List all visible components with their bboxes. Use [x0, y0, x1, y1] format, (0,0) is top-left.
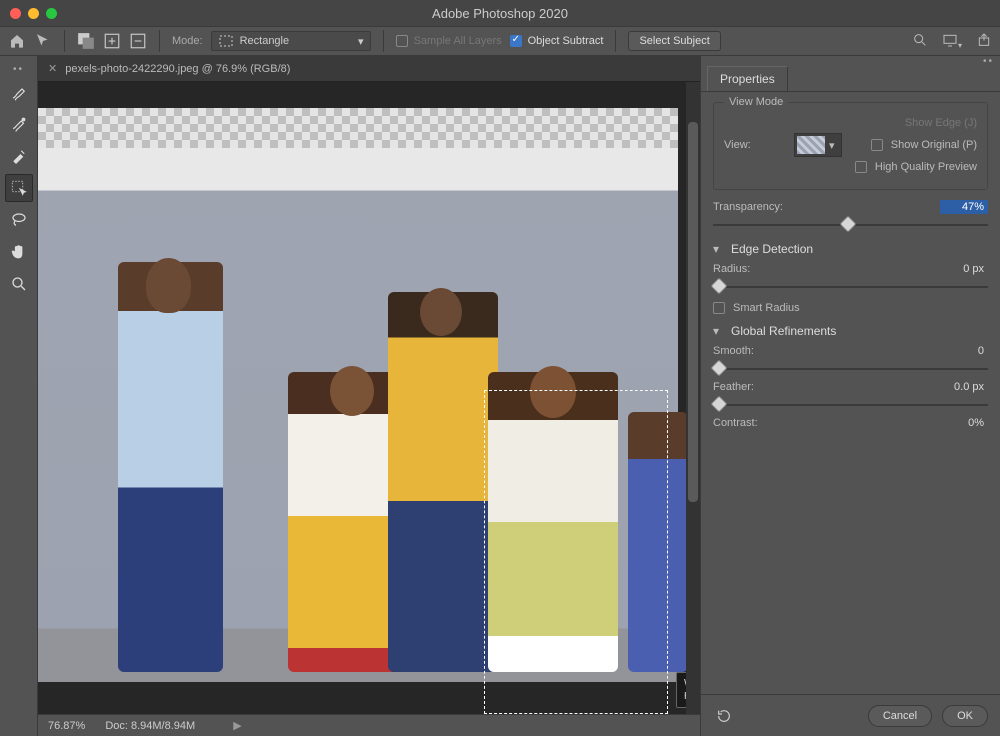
transparency-slider[interactable]: [713, 218, 988, 232]
document-tab-title: pexels-photo-2422290.jpeg @ 76.9% (RGB/8…: [65, 63, 290, 75]
arrow-tool-icon[interactable]: [34, 32, 52, 50]
mode-dropdown[interactable]: Rectangle ▾: [211, 31, 371, 51]
feather-slider[interactable]: [713, 398, 988, 412]
view-thumbnail-dropdown[interactable]: ▾: [794, 133, 842, 157]
options-bar: Mode: Rectangle ▾ Sample All Layers Obje…: [0, 26, 1000, 56]
selection-marquee[interactable]: [484, 390, 668, 714]
screen-mode-icon[interactable]: ▾: [942, 32, 962, 51]
radius-slider[interactable]: [713, 280, 988, 294]
rectangle-icon: [218, 33, 234, 49]
vertical-scrollbar[interactable]: [686, 82, 700, 714]
chevron-down-icon: ▾: [825, 139, 839, 152]
chevron-down-icon: ▾: [713, 242, 723, 256]
mode-value: Rectangle: [240, 35, 290, 47]
view-mode-group: View Mode Show Edge (J) View: ▾ Show Ori…: [713, 102, 988, 190]
chevron-down-icon: ▾: [358, 35, 364, 48]
global-refinements-header[interactable]: ▾ Global Refinements: [713, 324, 988, 338]
sample-all-layers-label: Sample All Layers: [414, 35, 502, 47]
sample-all-layers-checkbox[interactable]: [396, 35, 408, 47]
contrast-label: Contrast:: [713, 417, 758, 429]
select-subject-button[interactable]: Select Subject: [628, 31, 720, 51]
status-doc-size: Doc: 8.94M/8.94M: [105, 720, 195, 732]
selection-add-icon[interactable]: [103, 32, 121, 50]
cancel-button[interactable]: Cancel: [868, 705, 932, 727]
hand-tool[interactable]: [5, 238, 33, 266]
document-tab[interactable]: ✕ pexels-photo-2422290.jpeg @ 76.9% (RGB…: [38, 56, 700, 82]
object-subtract-checkbox[interactable]: [510, 35, 522, 47]
title-bar: Adobe Photoshop 2020: [0, 0, 1000, 26]
transparency-value[interactable]: 47%: [940, 200, 988, 214]
window-controls: [10, 8, 57, 19]
panel-grip-icon[interactable]: ••: [7, 64, 30, 74]
zoom-tool[interactable]: [5, 270, 33, 298]
mode-label: Mode:: [172, 35, 203, 47]
show-edge-label: Show Edge (J): [905, 117, 977, 129]
view-label: View:: [724, 139, 786, 151]
smooth-value[interactable]: 0: [940, 344, 988, 358]
radius-label: Radius:: [713, 263, 750, 275]
share-icon[interactable]: [976, 32, 992, 51]
document-area: ✕ pexels-photo-2422290.jpeg @ 76.9% (RGB…: [38, 56, 700, 736]
show-original-label: Show Original (P): [891, 139, 977, 151]
selection-new-icon[interactable]: [77, 32, 95, 50]
radius-value[interactable]: 0 px: [940, 262, 988, 276]
properties-panel: •• Properties View Mode Show Edge (J) Vi…: [700, 56, 1000, 736]
status-bar: 76.87% Doc: 8.94M/8.94M ▶: [38, 714, 700, 736]
canvas[interactable]: W : 16.65 cm H : 30.30 cm: [38, 108, 686, 714]
high-quality-preview-label: High Quality Preview: [875, 161, 977, 173]
high-quality-preview-checkbox[interactable]: [855, 161, 867, 173]
app-title: Adobe Photoshop 2020: [432, 6, 568, 21]
contrast-value[interactable]: 0%: [940, 416, 988, 430]
close-window-button[interactable]: [10, 8, 21, 19]
brush-tool[interactable]: [5, 78, 33, 106]
ok-button[interactable]: OK: [942, 705, 988, 727]
smart-radius-label: Smart Radius: [733, 302, 800, 314]
panel-footer: Cancel OK: [701, 694, 1000, 736]
quick-select-brush-tool[interactable]: [5, 110, 33, 138]
status-menu-icon[interactable]: ▶: [233, 719, 241, 732]
show-original-checkbox[interactable]: [871, 139, 883, 151]
close-document-icon[interactable]: ✕: [48, 62, 57, 75]
smooth-slider[interactable]: [713, 362, 988, 376]
search-icon[interactable]: [912, 32, 928, 51]
object-subtract-label: Object Subtract: [528, 35, 604, 47]
refine-brush-tool[interactable]: [5, 142, 33, 170]
revert-icon[interactable]: [713, 705, 735, 727]
object-selection-tool[interactable]: [5, 174, 33, 202]
home-icon[interactable]: [8, 32, 26, 50]
lasso-tool[interactable]: [5, 206, 33, 234]
panel-grip-icon[interactable]: ••: [701, 56, 1000, 66]
chevron-down-icon: ▾: [713, 324, 723, 338]
zoom-window-button[interactable]: [46, 8, 57, 19]
view-mode-legend: View Mode: [724, 96, 788, 108]
view-thumbnail-icon: [797, 136, 825, 154]
feather-label: Feather:: [713, 381, 754, 393]
smart-radius-checkbox[interactable]: [713, 302, 725, 314]
scrollbar-thumb[interactable]: [688, 122, 698, 502]
smooth-label: Smooth:: [713, 345, 754, 357]
status-zoom[interactable]: 76.87%: [48, 720, 85, 732]
edge-detection-header[interactable]: ▾ Edge Detection: [713, 242, 988, 256]
minimize-window-button[interactable]: [28, 8, 39, 19]
properties-tab[interactable]: Properties: [707, 66, 788, 91]
transparency-label: Transparency:: [713, 201, 783, 213]
tool-panel: ••: [0, 56, 38, 736]
selection-subtract-icon[interactable]: [129, 32, 147, 50]
canvas-image: W : 16.65 cm H : 30.30 cm: [38, 108, 678, 682]
feather-value[interactable]: 0.0 px: [940, 380, 988, 394]
